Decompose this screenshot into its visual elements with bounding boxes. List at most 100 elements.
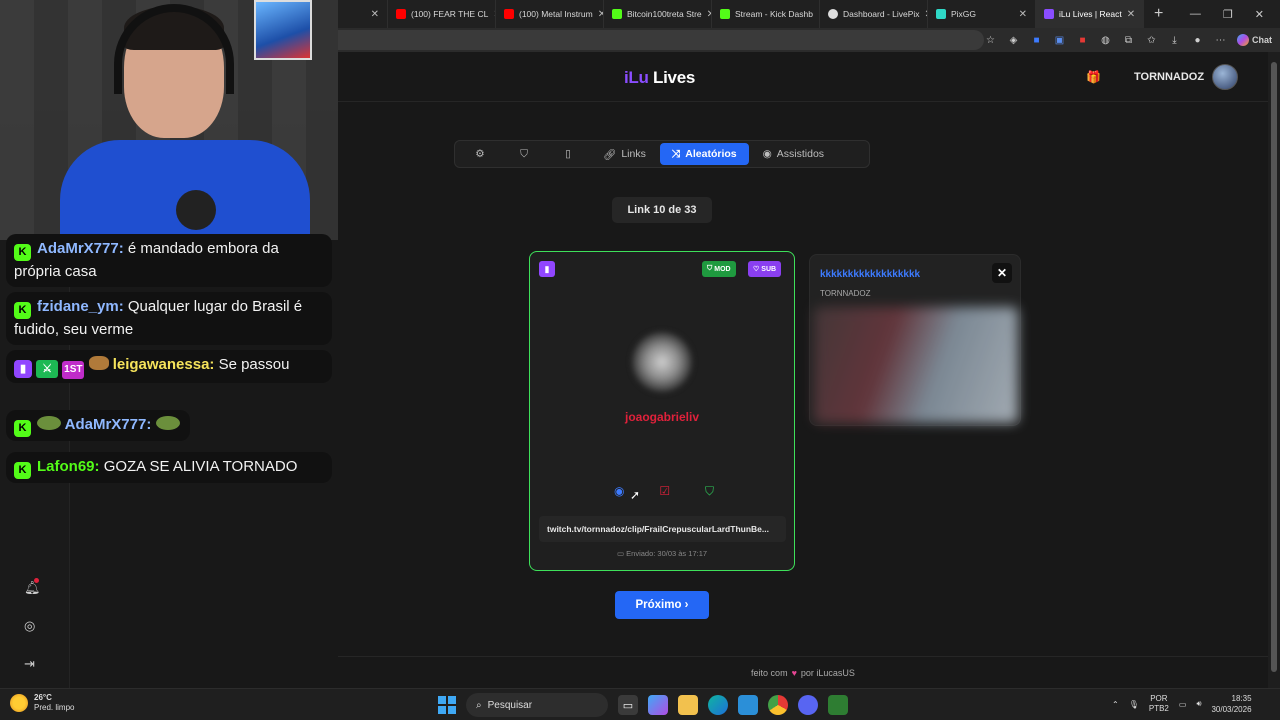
language-indicator[interactable]: POR PTB2	[1149, 694, 1169, 714]
translate-icon[interactable]: ▣	[1053, 34, 1066, 47]
extension-icon[interactable]: ◈	[1007, 34, 1020, 47]
extension-icon[interactable]: ◍	[1099, 34, 1112, 47]
emote-icon	[88, 356, 109, 370]
streaming-app-icon[interactable]	[828, 695, 848, 715]
mouse-cursor-icon: ➚	[630, 488, 641, 502]
kick-icon	[612, 9, 622, 19]
close-tab-icon[interactable]: ✕	[1127, 9, 1135, 20]
favorite-star-icon[interactable]: ☆	[984, 34, 997, 47]
browser-tab-active[interactable]: iLu Lives | React ✕	[1036, 0, 1144, 28]
site-logo[interactable]: iLu Lives	[624, 68, 695, 88]
task-view-icon[interactable]: ▭	[618, 695, 638, 715]
tab-device[interactable]: ▯	[547, 143, 589, 165]
restore-icon[interactable]: ❐	[1223, 8, 1233, 21]
close-window-icon[interactable]: ✕	[1255, 8, 1264, 21]
favorites-icon[interactable]: ✩	[1145, 34, 1158, 47]
scrollbar-thumb[interactable]	[1271, 62, 1277, 672]
browser-tab[interactable]: (100) Metal Instrum ✕	[496, 0, 604, 28]
network-icon[interactable]: ▭	[1179, 700, 1187, 709]
file-explorer-icon[interactable]	[678, 695, 698, 715]
tab-random[interactable]: ⤨ Aleatórios	[659, 143, 749, 165]
browser-tab[interactable]: Bitcoin100treta Stre ✕	[604, 0, 712, 28]
more-menu-icon[interactable]: ⋯	[1214, 34, 1227, 47]
web-page: iLu Lives 🎁 TORNNADOZ ⚙ ⛉ ▯ 🔗︎ Links ⤨ Ale…	[338, 52, 1268, 688]
user-menu[interactable]: TORNNADOZ	[1124, 62, 1248, 92]
address-field[interactable]	[338, 30, 984, 50]
pixgg-icon	[936, 9, 946, 19]
close-tab-icon[interactable]: ✕	[1019, 9, 1027, 20]
chat-message: ▮ ⚔ 1ST leigawanessa: Se passou	[6, 350, 332, 383]
search-icon: ⌕	[476, 699, 482, 711]
clip-title[interactable]: kkkkkkkkkkkkkkkkkk	[820, 269, 920, 280]
chat-username: fzidane_ym:	[37, 298, 124, 315]
close-button[interactable]: ✕	[992, 263, 1012, 283]
browser-tab[interactable]: (100) FEAR THE CL ✕	[388, 0, 496, 28]
sun-icon	[10, 694, 28, 712]
microphone	[176, 190, 216, 230]
volume-icon[interactable]: 🔊︎	[1196, 699, 1201, 709]
browser-tab[interactable]: ✕	[338, 0, 388, 28]
browser-tab[interactable]: Dashboard - LivePix ✕	[820, 0, 928, 28]
system-tray: ⌃ 🎙︎ POR PTB2 ▭ 🔊︎ 18:35 30/03/2026	[1112, 693, 1252, 715]
next-button[interactable]: Próximo ›	[615, 591, 709, 619]
poster-image	[254, 0, 312, 60]
ilu-lives-icon	[1044, 9, 1054, 19]
weather-widget[interactable]: 26°C Pred. limpo	[10, 693, 74, 713]
mod-badge: ⛉ MOD	[702, 261, 736, 277]
microphone-icon[interactable]: 🎙︎	[1129, 700, 1139, 709]
shield-icon: ⛉	[707, 265, 713, 272]
copilot-icon[interactable]	[648, 695, 668, 715]
extension-icon[interactable]: ■	[1030, 34, 1043, 47]
browser-tab[interactable]: PixGG ✕	[928, 0, 1036, 28]
discord-icon[interactable]	[798, 695, 818, 715]
gift-icon[interactable]: 🎁	[1086, 70, 1101, 84]
moderate-shield-icon[interactable]: ⛉	[705, 484, 714, 499]
chrome-icon[interactable]	[768, 695, 788, 715]
photos-icon[interactable]	[738, 695, 758, 715]
extension-icon[interactable]: ■	[1076, 34, 1089, 47]
kick-icon: K	[14, 244, 31, 261]
clip-preview-card[interactable]: kkkkkkkkkkkkkkkkkk TORNNADOZ ✕	[809, 254, 1021, 426]
tab-watched[interactable]: ◉ Assistidos	[751, 143, 836, 165]
approve-check-icon[interactable]: ☑	[659, 484, 670, 499]
tab-label: Dashboard - LivePix	[843, 9, 920, 19]
tab-settings[interactable]: ⚙	[459, 143, 501, 165]
edge-icon[interactable]	[708, 695, 728, 715]
minimize-icon[interactable]: —	[1190, 8, 1201, 21]
split-screen-icon[interactable]: ⧉	[1122, 34, 1135, 47]
chat-overlay: K AdaMrX777: é mandado embora da própria …	[0, 234, 338, 688]
sword-badge-icon: ⚔	[36, 360, 59, 378]
first-badge-icon: 1ST	[62, 361, 85, 379]
tab-moderation[interactable]: ⛉	[503, 143, 545, 165]
chat-text: GOZA SE ALIVIA TORNADO	[103, 458, 298, 475]
kick-icon	[720, 9, 730, 19]
scrollbar[interactable]	[1268, 52, 1280, 688]
windows-start-icon[interactable]	[438, 696, 456, 714]
clock[interactable]: 18:35 30/03/2026	[1211, 693, 1251, 715]
chat-text: Se passou	[218, 356, 290, 373]
logout-icon[interactable]: ⇥	[24, 656, 41, 672]
avatar	[1212, 64, 1239, 90]
link-icon: 🔗︎	[603, 148, 617, 161]
bell-icon[interactable]: 🔔︎	[24, 578, 41, 596]
clip-channel: TORNNADOZ	[820, 289, 871, 298]
window-controls: — ❐ ✕	[1190, 8, 1280, 21]
chevron-up-icon[interactable]: ⌃	[1112, 700, 1119, 709]
close-tab-icon[interactable]: ✕	[371, 9, 379, 20]
browser-tab[interactable]: Stream - Kick Dashb ✕	[712, 0, 820, 28]
copilot-chat-button[interactable]: Chat	[1237, 34, 1272, 47]
new-tab-button[interactable]: +	[1144, 5, 1173, 23]
support-icon[interactable]: ◎	[24, 618, 41, 634]
download-icon[interactable]: ⤓	[1168, 34, 1181, 47]
browser-tab-strip: ✕ (100) FEAR THE CL ✕ (100) Metal Instru…	[338, 0, 1280, 28]
clip-thumbnail[interactable]	[814, 307, 1018, 423]
clip-link[interactable]: twitch.tv/tornnadoz/clip/FrailCrepuscula…	[539, 516, 786, 542]
taskbar-search[interactable]: ⌕ Pesquisar	[466, 693, 608, 717]
chat-username: AdaMrX777:	[37, 240, 124, 257]
profile-avatar-icon[interactable]: ●	[1191, 34, 1204, 47]
tab-links[interactable]: 🔗︎ Links	[591, 143, 658, 165]
clip-card: ▮ ⛉ MOD ♡ SUB joaogabrieliv ◉ ☑ ⛉ ➚ twitch…	[529, 251, 795, 571]
sub-badge: ♡ SUB	[748, 261, 782, 277]
mark-watched-eye-icon[interactable]: ◉	[614, 484, 624, 499]
chat-message: K AdaMrX777:	[6, 410, 190, 441]
